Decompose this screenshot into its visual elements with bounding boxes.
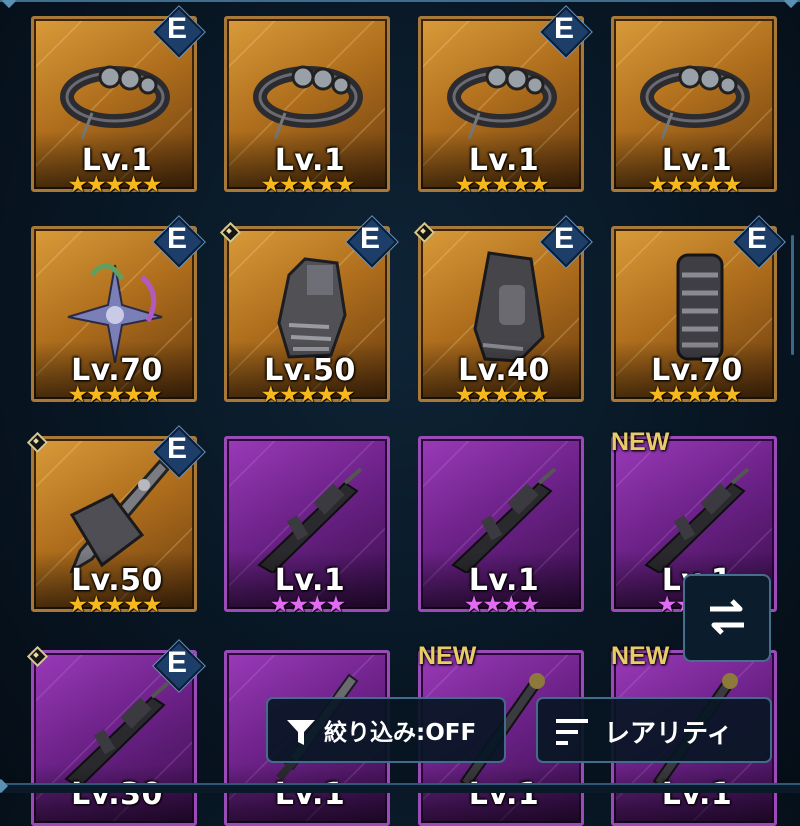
bottom-frame (0, 778, 800, 794)
equipped-badge: E (153, 6, 205, 58)
item-grid: Lv.1 ★★★★★ E Lv.1 ★★★★★ Lv.1 ★★★★★ E Lv.1 ★★★★★ Lv… (0, 0, 800, 826)
item-card[interactable]: Lv.1 ★★★★ (224, 436, 390, 617)
item-card[interactable]: Lv.50 ★★★★★ E (26, 426, 205, 617)
equipped-badge: E (153, 426, 205, 478)
equipped-badge: E (153, 216, 205, 268)
rarity-stars: ★★★★★ (260, 172, 355, 198)
rarity-stars: ★★★★★ (647, 382, 742, 408)
item-card-frame: Lv.1 (611, 16, 777, 192)
item-card[interactable]: Lv.70 ★★★★★ E (31, 216, 205, 407)
item-card[interactable]: Lv.1 ★★★★★ (611, 16, 777, 197)
new-tag: NEW (418, 642, 477, 670)
item-card[interactable]: Lv.70 ★★★★★ E (611, 216, 785, 407)
sort-button[interactable]: レアリティ (536, 697, 772, 763)
rarity-stars: ★★★★ (463, 592, 540, 618)
rarity-stars: ★★★★ (269, 592, 346, 618)
item-card[interactable]: Lv.1 ★★★★★ E (418, 6, 592, 197)
equipped-badge: E (540, 216, 592, 268)
item-card[interactable]: Lv.30 E (26, 640, 205, 826)
filter-label: 絞り込み:OFF (324, 720, 477, 746)
equipped-letter: E (166, 12, 187, 45)
favorite-diamond-icon (26, 431, 49, 454)
rarity-stars: ★★★★★ (454, 172, 549, 198)
equipped-letter: E (166, 222, 187, 255)
item-card-frame: Lv.1 (418, 436, 584, 612)
sort-label: レアリティ (604, 719, 733, 749)
rarity-stars: ★★★★★ (647, 172, 742, 198)
sort-lines-icon (556, 719, 588, 745)
item-card[interactable]: Lv.40 ★★★★★ E (413, 216, 592, 407)
equipped-letter: E (553, 12, 574, 45)
equipped-letter: E (166, 432, 187, 465)
equipped-badge: E (733, 216, 785, 268)
filter-button[interactable]: 絞り込み:OFF (266, 697, 506, 763)
equipped-badge: E (346, 216, 398, 268)
new-tag: NEW (611, 428, 670, 456)
item-card[interactable]: Lv.1 ★★★★ (418, 436, 584, 617)
item-card-frame: Lv.1 (224, 436, 390, 612)
item-card-frame: Lv.1 (224, 16, 390, 192)
rarity-stars: ★★★★★ (260, 382, 355, 408)
equipped-badge: E (540, 6, 592, 58)
swap-arrows-icon (710, 599, 744, 635)
rarity-stars: ★★★★★ (67, 592, 162, 618)
favorite-diamond-icon (219, 221, 242, 244)
item-card[interactable]: Lv.1 ★★★★★ (224, 16, 390, 197)
funnel-icon (287, 720, 315, 745)
equipped-letter: E (359, 222, 380, 255)
item-card[interactable]: Lv.50 ★★★★★ E (219, 216, 398, 407)
rarity-stars: ★★★★★ (67, 172, 162, 198)
equipped-letter: E (553, 222, 574, 255)
favorite-diamond-icon (413, 221, 436, 244)
item-card[interactable]: Lv.1 ★★★★★ E (31, 6, 205, 197)
equipped-letter: E (746, 222, 767, 255)
equipped-badge: E (153, 640, 205, 692)
new-tag: NEW (611, 642, 670, 670)
rarity-stars: ★★★★★ (454, 382, 549, 408)
equipped-letter: E (166, 646, 187, 679)
rarity-stars: ★★★★★ (67, 382, 162, 408)
favorite-diamond-icon (26, 645, 49, 668)
swap-order-button[interactable] (683, 574, 771, 662)
